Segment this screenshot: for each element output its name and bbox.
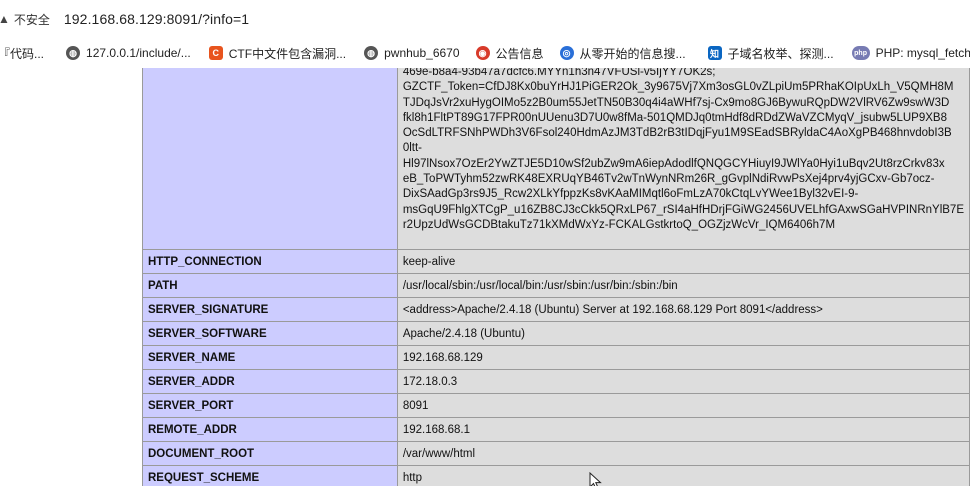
bookmark-label: 公告信息 — [495, 46, 544, 61]
cookie-value-line: GZCTF_Token=CfDJ8Kx0buYrHJ1PiGER2Ok_3y96… — [402, 81, 954, 94]
table-row: SERVER_ADDR 172.18.0.3 — [142, 369, 970, 394]
bookmark-label: CTF中文件包含漏洞... — [228, 46, 347, 61]
bookmark-label: PHP: mysql_fetch_... — [875, 46, 970, 60]
row-key: SERVER_ADDR — [142, 369, 398, 394]
bookmark-item[interactable]: 『代码... — [0, 45, 44, 62]
row-value: /usr/local/sbin:/usr/local/bin:/usr/sbin… — [396, 273, 970, 298]
bookmark-item[interactable]: ◍ pwnhub_6670 — [364, 46, 460, 60]
cookie-value-line: fkl8h1FltPT89G17FPR00nUUenu3D7U0w8fMa-50… — [402, 111, 947, 124]
row-value: 8091 — [396, 393, 970, 418]
bookmark-label: 从零开始的信息搜... — [579, 46, 686, 61]
security-label: 不安全 — [13, 12, 50, 27]
row-key: PATH — [142, 273, 398, 298]
table-row: SERVER_NAME 192.168.68.129 — [142, 345, 970, 370]
security-indicator[interactable]: ▲ 不安全 — [0, 11, 50, 28]
cookie-value-line: eB_ToPWTyhm52zwRK48EXRUqYB46Tv2wTnWynNRm… — [402, 173, 935, 186]
row-key: SERVER_SOFTWARE — [142, 321, 398, 346]
blue-logo-icon: ◎ — [559, 46, 574, 60]
table-row: 469e-b8a4-93b47a7dcfc6.MYYn1h3n47VFUSl-v… — [142, 68, 970, 250]
cookie-value: 469e-b8a4-93b47a7dcfc6.MYYn1h3n47VFUSl-v… — [403, 68, 964, 249]
row-value: 192.168.68.129 — [396, 345, 970, 370]
bookmark-label: 子域名枚举、探测... — [727, 46, 834, 61]
bookmark-label: pwnhub_6670 — [384, 46, 460, 60]
phpinfo-page: 469e-b8a4-93b47a7dcfc6.MYYn1h3n47VFUSl-v… — [0, 68, 970, 486]
table-row: SERVER_SOFTWARE Apache/2.4.18 (Ubuntu) — [142, 321, 970, 346]
php-icon: php — [851, 46, 870, 60]
table-row: DOCUMENT_ROOT/var/www/html — [142, 441, 970, 466]
row-key — [142, 68, 398, 250]
bookmarks-bar: 『代码... ◍ 127.0.0.1/include/... C CTF中文件包含漏洞.… — [0, 38, 970, 68]
row-key: SERVER_NAME — [142, 345, 398, 370]
bookmark-label: 127.0.0.1/include/... — [86, 46, 191, 60]
address-bar: ▲ 不安全 192.168.68.129:8091/?info=1 — [0, 0, 970, 38]
table-row: SERVER_PORT 8091 — [142, 393, 970, 418]
globe-icon: ◍ — [364, 46, 379, 60]
mouse-cursor-icon — [589, 472, 602, 486]
row-value: 192.168.68.1 — [396, 417, 970, 442]
c-logo-icon: C — [208, 46, 223, 60]
row-value: http — [396, 465, 970, 486]
row-value: 172.18.0.3 — [396, 369, 970, 394]
table-row: REMOTE_ADDR 192.168.68.1 — [142, 417, 970, 442]
row-value: keep-alive — [396, 249, 970, 274]
row-key: SERVER_SIGNATURE — [142, 297, 398, 322]
bookmark-item[interactable]: ◉ 公告信息 — [475, 45, 544, 62]
row-key: REQUEST_SCHEME — [142, 465, 398, 486]
bookmark-label: 『代码... — [0, 46, 45, 61]
red-logo-icon: ◉ — [475, 46, 490, 60]
table-row: SERVER_SIGNATURE <address>Apache/2.4.18 (… — [142, 297, 970, 322]
row-value: Apache/2.4.18 (Ubuntu) — [396, 321, 970, 346]
cookie-value-line: 0ltt- — [402, 142, 423, 155]
table-row: PATH/usr/local/sbin:/usr/local/bin:/usr/… — [142, 273, 970, 298]
bookmark-item[interactable]: C CTF中文件包含漏洞... — [208, 45, 347, 62]
warning-icon: ▲ — [0, 12, 10, 26]
globe-icon: ◍ — [66, 46, 81, 60]
row-value: <address>Apache/2.4.18 (Ubuntu) Server a… — [396, 297, 970, 322]
table-row: REQUEST_SCHEME http — [142, 465, 970, 486]
cookie-value-line: 469e-b8a4-93b47a7dcfc6.MYYn1h3n47VFUSl-v… — [402, 68, 716, 78]
row-value: /var/www/html — [396, 441, 970, 466]
row-key: DOCUMENT_ROOT — [142, 441, 398, 466]
row-key: REMOTE_ADDR — [142, 417, 398, 442]
cookie-value-line: OcSdLTRFSNhPWDh3V6Fsol240HdmAzJM3TdB2rB3… — [402, 127, 952, 140]
bookmark-item[interactable]: 知子域名枚举、探测... — [707, 45, 834, 62]
cookie-value-line: DixSAadGp3rs9J5_Rcw2XLkYfppzKs8vKAaMIMqt… — [402, 188, 859, 201]
bookmark-item[interactable]: ◍ 127.0.0.1/include/... — [66, 46, 191, 60]
cookie-value-cell: 469e-b8a4-93b47a7dcfc6.MYYn1h3n47VFUSl-v… — [396, 68, 970, 250]
zhihu-icon: 知 — [707, 46, 722, 60]
row-key: HTTP_CONNECTION — [142, 249, 398, 274]
cookie-value-line: Hl97lNsox7OzEr2YwZTJE5D10wSf2ubZw9mA6iep… — [402, 157, 945, 170]
bookmark-item[interactable]: ◎ 从零开始的信息搜... — [559, 45, 686, 62]
table-row: HTTP_CONNECTION keep-alive — [142, 249, 970, 274]
cookie-value-line: msGqU9FhlgXTCgP_u16ZB8CJ3cCkk5QRxLP67_rS… — [402, 203, 964, 216]
cookie-value-line: r2UpzUdWsGCDBtakuTz71kXMdWxYz-FCKALGstkr… — [402, 218, 836, 231]
row-key: SERVER_PORT — [142, 393, 398, 418]
cookie-value-line: TJDqJsVr2xuHygOIMo5z2B0um55JetTN50B30q4i… — [402, 96, 950, 109]
url-field[interactable]: 192.168.68.129:8091/?info=1 — [64, 11, 249, 27]
bookmark-item[interactable]: php PHP: mysql_fetch_... — [851, 46, 970, 60]
phpinfo-table: 469e-b8a4-93b47a7dcfc6.MYYn1h3n47VFUSl-v… — [142, 68, 970, 486]
